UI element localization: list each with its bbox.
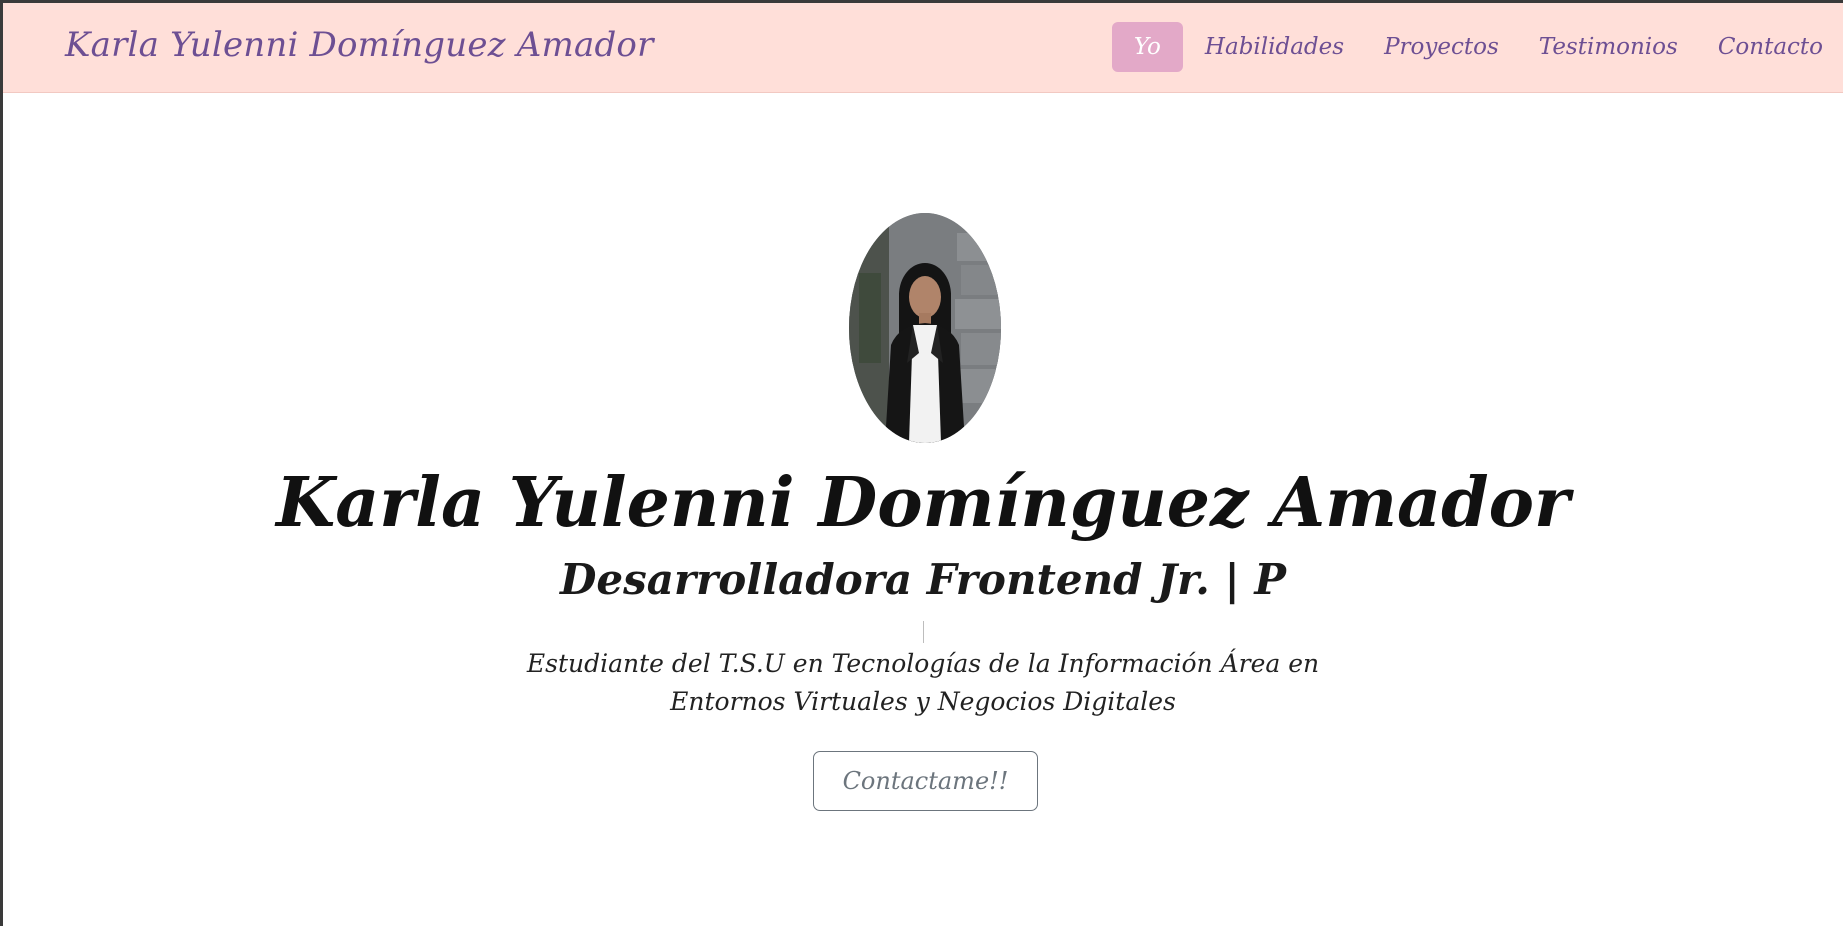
nav-link-testimonios[interactable]: Testimonios <box>1519 22 1698 72</box>
hero-role-typing: Desarrolladora Frontend Jr. | P <box>559 555 1287 604</box>
browser-viewport: Karla Yulenni Domínguez Amador Yo Habili… <box>3 3 1843 926</box>
profile-photo <box>849 213 1001 443</box>
nav-link-yo[interactable]: Yo <box>1111 22 1183 72</box>
nav-link-proyectos[interactable]: Proyectos <box>1364 22 1519 72</box>
nav-link-contacto[interactable]: Contacto <box>1698 22 1843 72</box>
brand-link[interactable]: Karla Yulenni Domínguez Amador <box>65 25 654 65</box>
hero-section: Karla Yulenni Domínguez Amador Desarroll… <box>3 93 1843 926</box>
nav-link-habilidades[interactable]: Habilidades <box>1185 22 1364 72</box>
navbar: Karla Yulenni Domínguez Amador Yo Habili… <box>3 3 1843 93</box>
contact-button[interactable]: Contactame!! <box>813 751 1038 811</box>
profile-photo-illustration <box>849 213 1001 443</box>
hero-description: Estudiante del T.S.U en Tecnologías de l… <box>526 649 1320 716</box>
hero-name: Karla Yulenni Domínguez Amador <box>276 463 1570 543</box>
nav-menu: Yo Habilidades Proyectos Testimonios Con… <box>1111 22 1843 72</box>
typing-cursor <box>923 621 924 643</box>
